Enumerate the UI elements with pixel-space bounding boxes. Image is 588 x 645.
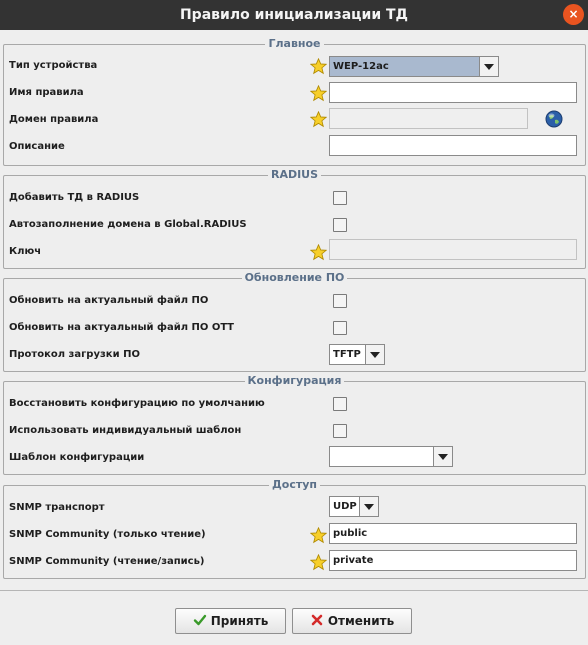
config-template-value — [330, 447, 336, 466]
star-icon — [310, 85, 327, 102]
protocol-select[interactable]: TFTP — [329, 344, 385, 365]
device-type-select[interactable]: WEP-12ac — [329, 56, 499, 77]
rule-name-input[interactable] — [329, 82, 577, 103]
accept-button[interactable]: Принять — [175, 608, 286, 634]
group-radius: RADIUS Добавить ТД в RADIUS Автозаполнен… — [3, 168, 586, 269]
description-input[interactable] — [329, 135, 577, 156]
protocol-label: Протокол загрузки ПО — [9, 349, 140, 360]
star-icon — [310, 554, 327, 571]
snmp-rw-label: SNMP Community (чтение/запись) — [9, 556, 205, 567]
rule-name-label: Имя правила — [9, 87, 84, 98]
cancel-label: Отменить — [327, 614, 395, 628]
description-label: Описание — [9, 141, 65, 152]
chevron-down-icon[interactable] — [365, 345, 384, 364]
star-icon — [310, 244, 327, 261]
group-config-legend: Конфигурация — [4, 374, 585, 388]
star-icon — [310, 58, 327, 75]
chevron-down-icon[interactable] — [479, 57, 498, 76]
group-firmware: Обновление ПО Обновить на актуальный фай… — [3, 271, 586, 372]
globe-icon[interactable] — [545, 110, 563, 128]
snmp-ro-input[interactable]: public — [329, 523, 577, 544]
group-config: Конфигурация Восстановить конфигурацию п… — [3, 374, 586, 475]
key-label: Ключ — [9, 246, 42, 257]
rule-domain-input[interactable] — [329, 108, 528, 129]
restore-default-label: Восстановить конфигурацию по умолчанию — [9, 398, 265, 409]
update-ott-label: Обновить на актуальный файл ПО ОТТ — [9, 322, 234, 333]
snmp-transport-select[interactable]: UDP — [329, 496, 379, 517]
star-icon — [310, 111, 327, 128]
update-actual-checkbox[interactable] — [333, 294, 347, 308]
close-icon: × — [568, 7, 579, 21]
accept-label: Принять — [210, 614, 269, 628]
autofill-domain-label: Автозаполнение домена в Global.RADIUS — [9, 219, 247, 230]
cancel-button[interactable]: Отменить — [292, 608, 412, 634]
protocol-value: TFTP — [333, 349, 361, 360]
star-icon — [310, 527, 327, 544]
config-template-select[interactable] — [329, 446, 453, 467]
individual-template-label: Использовать индивидуальный шаблон — [9, 425, 242, 436]
device-type-value: WEP-12ac — [333, 61, 389, 72]
update-ott-checkbox[interactable] — [333, 321, 347, 335]
rule-domain-label: Домен правила — [9, 114, 99, 125]
snmp-rw-input[interactable]: private — [329, 550, 577, 571]
autofill-domain-checkbox[interactable] — [333, 218, 347, 232]
chevron-down-icon[interactable] — [359, 497, 378, 516]
snmp-ro-label: SNMP Community (только чтение) — [9, 529, 206, 540]
add-ap-radius-label: Добавить ТД в RADIUS — [9, 192, 140, 203]
update-actual-label: Обновить на актуальный файл ПО — [9, 295, 209, 306]
group-main: Главное Тип устройства WEP-12ac Имя прав… — [3, 37, 586, 166]
config-template-label: Шаблон конфигурации — [9, 452, 145, 463]
group-radius-legend: RADIUS — [4, 168, 585, 182]
individual-template-checkbox[interactable] — [333, 424, 347, 438]
window-titlebar: Правило инициализации ТД × — [0, 0, 588, 30]
close-button[interactable]: × — [563, 4, 584, 25]
check-icon — [193, 614, 206, 626]
add-ap-radius-checkbox[interactable] — [333, 191, 347, 205]
snmp-transport-label: SNMP транспорт — [9, 502, 105, 513]
group-access: Доступ SNMP транспорт UDP SNMP Community… — [3, 478, 586, 579]
snmp-transport-value: UDP — [333, 501, 357, 512]
restore-default-checkbox[interactable] — [333, 397, 347, 411]
group-access-legend: Доступ — [4, 478, 585, 492]
group-main-legend: Главное — [4, 37, 585, 51]
window-title: Правило инициализации ТД — [179, 7, 409, 23]
group-firmware-legend: Обновление ПО — [4, 271, 585, 285]
device-type-label: Тип устройства — [9, 60, 98, 71]
x-icon — [311, 614, 323, 626]
divider — [0, 590, 588, 591]
chevron-down-icon[interactable] — [433, 447, 452, 466]
key-input[interactable] — [329, 239, 577, 260]
